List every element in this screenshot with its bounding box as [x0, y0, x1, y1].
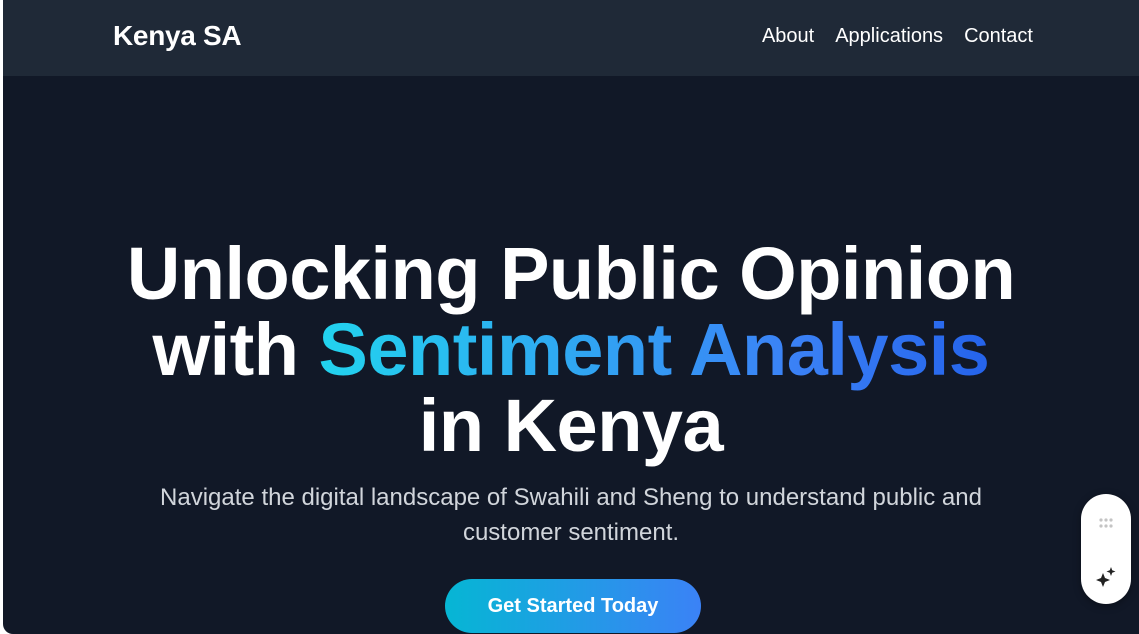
get-started-button[interactable]: Get Started Today: [445, 579, 701, 633]
hero-section: Unlocking Public Opinion with Sentiment …: [3, 76, 1139, 634]
nav-links: About Applications Contact: [762, 24, 1033, 48]
page-frame: Kenya SA About Applications Contact Unlo…: [3, 0, 1139, 634]
floating-assistant-widget[interactable]: [1081, 494, 1131, 604]
nav-link-applications[interactable]: Applications: [835, 24, 943, 48]
grip-icon[interactable]: [1098, 517, 1114, 529]
headline-line-2-prefix: with: [152, 308, 319, 391]
hero-headline: Unlocking Public Opinion with Sentiment …: [3, 236, 1139, 464]
navbar: Kenya SA About Applications Contact: [3, 0, 1139, 76]
hero-subtitle: Navigate the digital landscape of Swahil…: [160, 484, 982, 546]
brand-logo[interactable]: Kenya SA: [113, 19, 242, 53]
nav-link-contact[interactable]: Contact: [964, 24, 1033, 48]
headline-highlight: Sentiment Analysis: [318, 308, 990, 391]
nav-link-about[interactable]: About: [762, 24, 814, 48]
headline-line-1: Unlocking Public Opinion: [126, 232, 1016, 315]
headline-line-3: in Kenya: [418, 384, 724, 467]
sparkle-icon[interactable]: [1095, 566, 1117, 588]
